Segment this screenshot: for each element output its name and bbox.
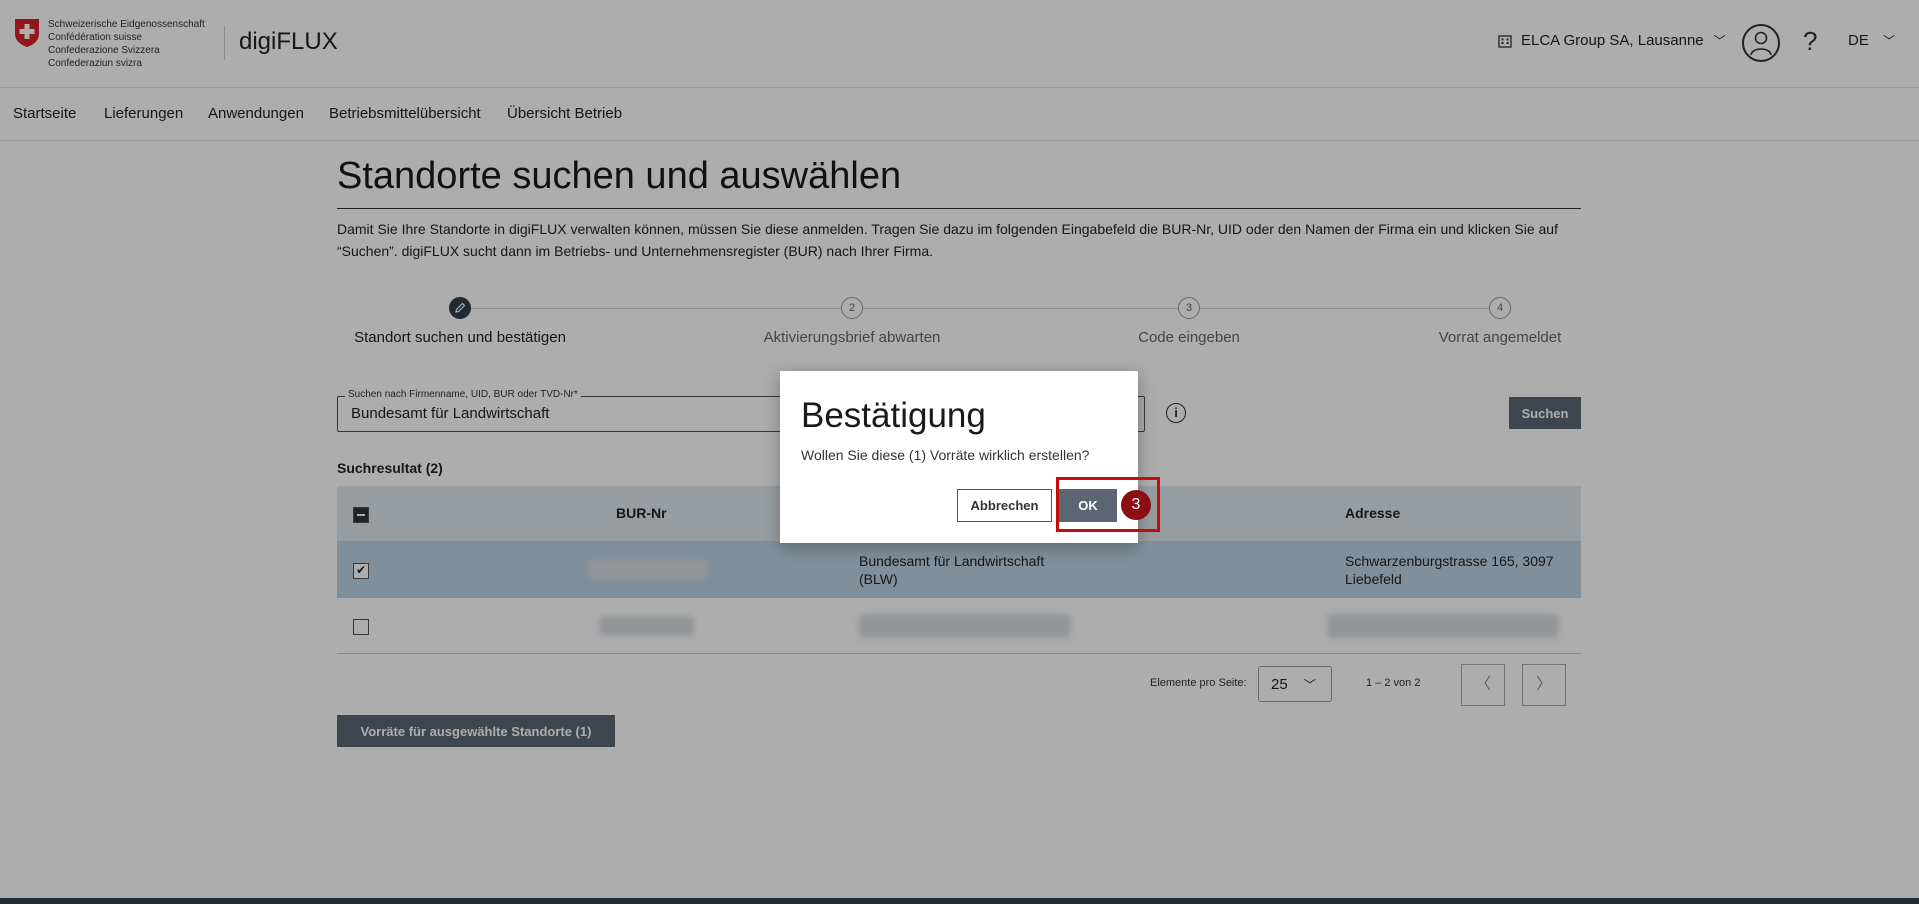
dialog-title: Bestätigung bbox=[801, 396, 986, 435]
cancel-button[interactable]: Abbrechen bbox=[957, 489, 1052, 522]
dialog-message: Wollen Sie diese (1) Vorräte wirklich er… bbox=[801, 447, 1090, 463]
step-badge: 3 bbox=[1121, 490, 1151, 520]
